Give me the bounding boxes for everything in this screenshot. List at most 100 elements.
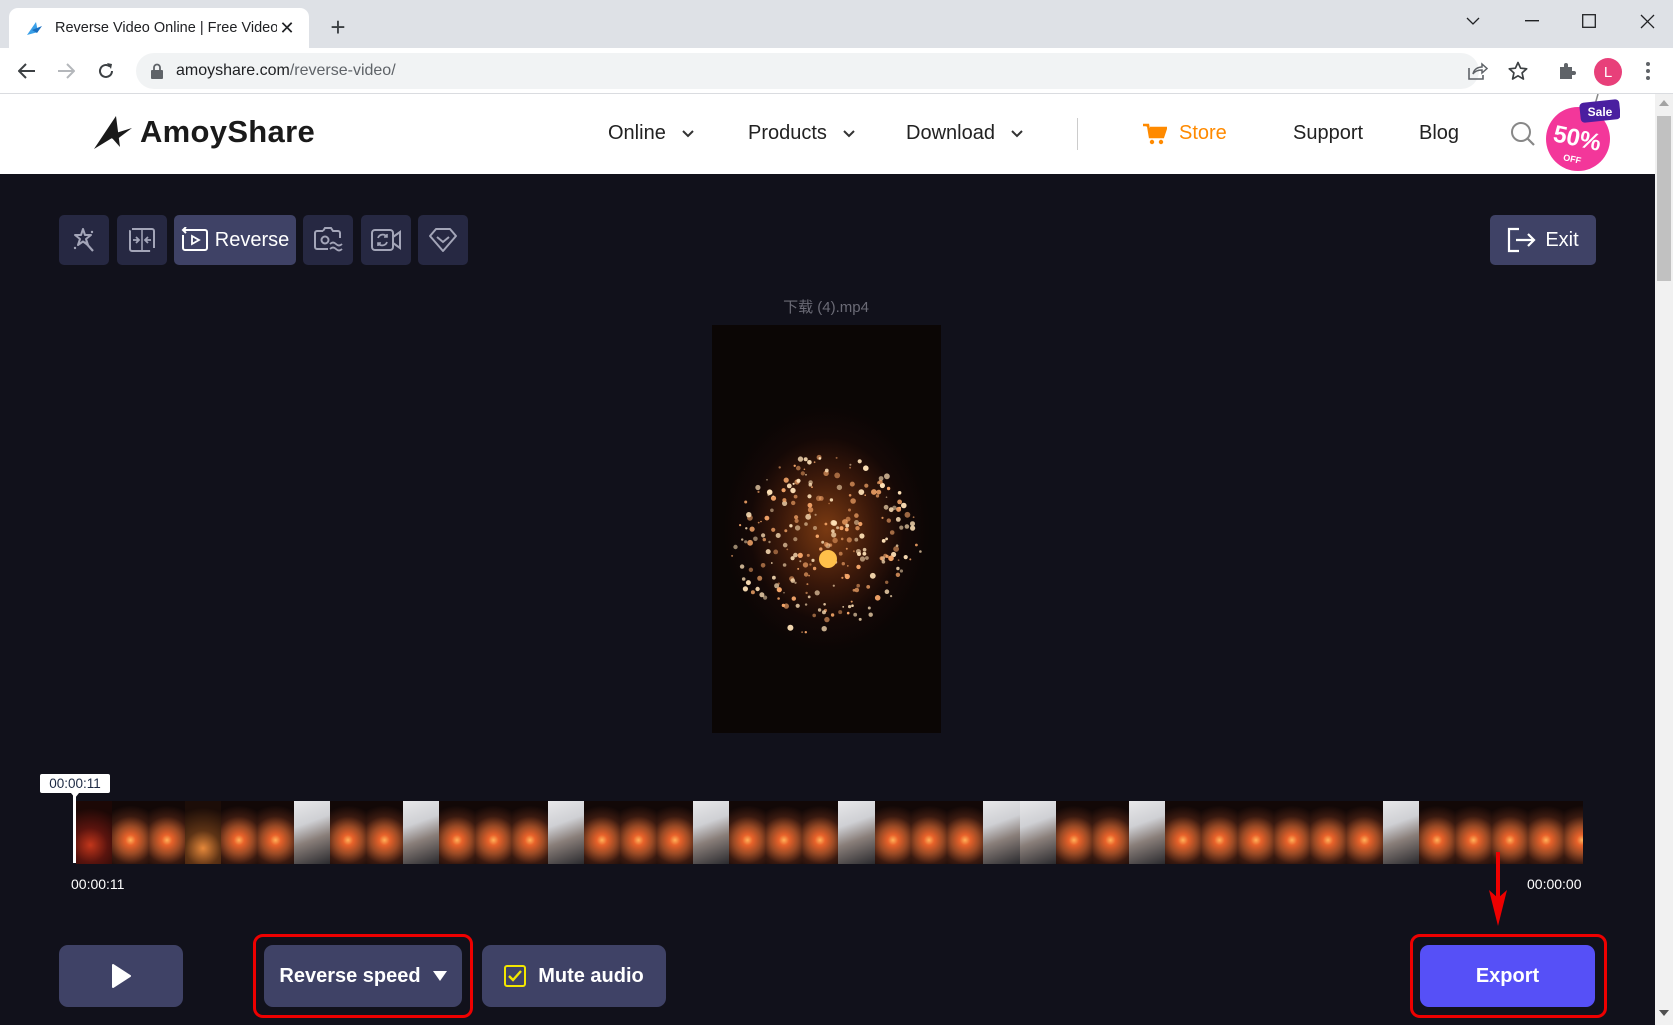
scroll-down-icon[interactable] [1659, 1010, 1669, 1016]
reverse-speed-dropdown[interactable]: Reverse speed [264, 945, 462, 1007]
playhead-handle[interactable] [73, 793, 76, 863]
sparkle [839, 526, 844, 531]
sparkle [899, 569, 903, 573]
chevron-down-icon [1011, 129, 1023, 137]
sparkle [842, 606, 845, 608]
timeline-thumbnail [148, 801, 185, 864]
merge-icon [129, 228, 155, 252]
sparkle [804, 631, 807, 634]
timeline-thumbnail [330, 801, 367, 864]
nav-products[interactable]: Products [748, 122, 855, 145]
sparkle [757, 490, 760, 493]
timeline-thumbnail [293, 801, 331, 864]
tool-diamond[interactable] [418, 215, 468, 265]
sparkle [912, 516, 915, 519]
sparkle [819, 547, 823, 551]
sparkle [848, 494, 852, 497]
sparkle [803, 457, 808, 462]
sparkle [904, 511, 911, 518]
nav-store[interactable]: Store [1143, 122, 1227, 145]
amoyshare-favicon-icon [27, 22, 42, 35]
chevron-down-icon [843, 129, 855, 137]
sparkle [886, 518, 891, 523]
search-icon[interactable] [1510, 121, 1536, 147]
tab-close-icon[interactable]: ✕ [277, 18, 297, 39]
mute-audio-checkbox[interactable]: Mute audio [482, 945, 666, 1007]
address-bar[interactable]: amoyshare.com/reverse-video/ [136, 53, 1479, 89]
tool-magic-wand[interactable] [59, 215, 109, 265]
sparkle [811, 486, 813, 488]
nav-blog[interactable]: Blog [1419, 122, 1459, 145]
sparkle [760, 563, 766, 568]
sale-badge[interactable]: Sale 50% OFF [1542, 94, 1620, 172]
mute-audio-label: Mute audio [538, 964, 644, 987]
reload-icon[interactable] [91, 56, 121, 86]
sparkle [858, 489, 865, 495]
tool-merge[interactable] [117, 215, 167, 265]
sparkle [858, 617, 862, 621]
sparkle [784, 529, 788, 533]
timeline-strip[interactable] [76, 801, 1583, 864]
tool-reverse[interactable]: Reverse [174, 215, 296, 265]
nav-support[interactable]: Support [1293, 122, 1363, 145]
profile-avatar[interactable]: L [1594, 58, 1622, 86]
sparkle-core [819, 550, 837, 568]
scroll-up-icon[interactable] [1659, 100, 1669, 106]
share-icon[interactable] [1463, 56, 1493, 86]
sparkle [830, 613, 835, 617]
sparkle [832, 537, 838, 544]
sparkle [846, 611, 850, 615]
sparkle [874, 595, 881, 601]
nav-online[interactable]: Online [608, 122, 694, 145]
sparkle [875, 494, 880, 498]
video-preview[interactable] [712, 325, 941, 733]
sparkle [770, 562, 773, 564]
sparkle [745, 580, 751, 586]
sparkle [895, 517, 901, 522]
sparkle [893, 546, 899, 552]
video-editor: Reverse Exit 下载 (4).mp4 00:00:11 00:00:1… [0, 174, 1655, 1025]
sparkle [812, 613, 816, 618]
timeline-thumbnail [1455, 801, 1492, 864]
extensions-puzzle-icon[interactable] [1552, 56, 1582, 86]
minimize-icon[interactable] [1512, 6, 1552, 36]
forward-icon[interactable] [51, 56, 81, 86]
sparkle [812, 566, 817, 571]
sparkle [884, 473, 890, 480]
diamond-icon [429, 228, 457, 252]
bookmark-star-icon[interactable] [1503, 56, 1533, 86]
browser-toolbar: amoyshare.com/reverse-video/ L [0, 48, 1673, 94]
sparkle [866, 585, 871, 589]
browser-tab[interactable]: Reverse Video Online | Free Video ✕ [9, 8, 309, 48]
tool-photo-adjust[interactable] [303, 215, 353, 265]
browser-menu-icon[interactable] [1633, 56, 1663, 86]
sparkle [849, 463, 852, 466]
sparkle [813, 526, 817, 530]
sparkle [807, 595, 811, 599]
sparkle [824, 468, 829, 473]
sparkle [739, 564, 745, 569]
sparkle [832, 584, 835, 587]
scrollbar-thumb[interactable] [1657, 116, 1671, 281]
tab-search-chevron-icon[interactable] [1453, 6, 1493, 36]
sparkle [910, 525, 916, 531]
sparkle [755, 484, 761, 491]
sparkle [863, 465, 869, 471]
window-close-icon[interactable] [1627, 6, 1667, 36]
back-icon[interactable] [12, 56, 42, 86]
amoyshare-logo[interactable]: AmoyShare [92, 114, 315, 150]
tool-video-rotate[interactable] [361, 215, 411, 265]
sparkle [885, 496, 888, 498]
new-tab-button[interactable]: + [323, 12, 353, 42]
export-button[interactable]: Export [1420, 945, 1595, 1007]
nav-download[interactable]: Download [906, 122, 1023, 145]
page-scrollbar[interactable] [1655, 94, 1673, 1025]
sparkle [791, 500, 796, 506]
play-button[interactable] [59, 945, 183, 1007]
sparkle [904, 524, 910, 529]
sparkle [883, 504, 889, 510]
sparkle [897, 491, 902, 495]
exit-button[interactable]: Exit [1490, 215, 1596, 265]
sparkle [880, 484, 883, 487]
maximize-icon[interactable] [1569, 6, 1609, 36]
